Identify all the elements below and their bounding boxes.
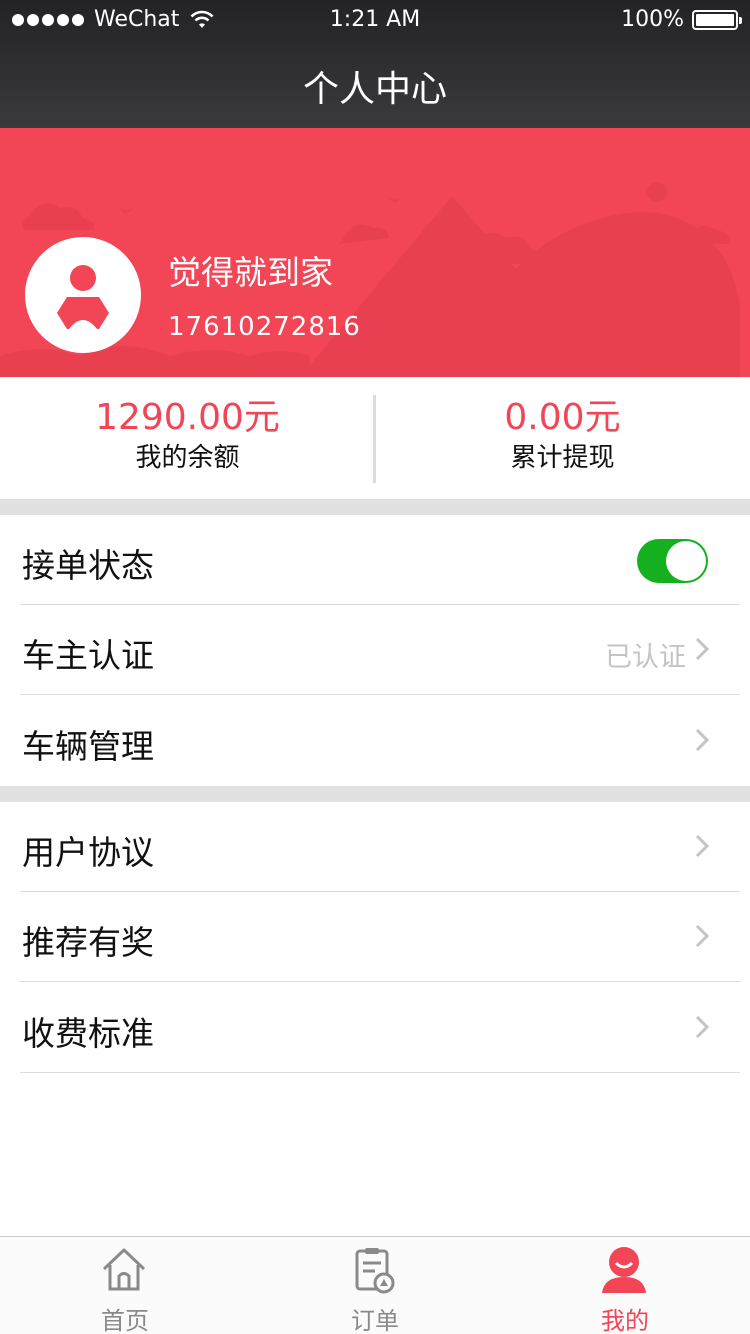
- chevron-right-icon: [695, 637, 710, 661]
- user-phone: 17610272816: [168, 312, 361, 342]
- section-divider: [0, 786, 750, 802]
- chevron-right-icon: [695, 728, 710, 752]
- order-status-label: 接单状态: [22, 546, 154, 585]
- user-avatar-icon: [57, 265, 109, 329]
- navigation-bar: WeChat 1:21 AM 100% 个人中心: [0, 0, 750, 128]
- orders-icon: [355, 1248, 395, 1294]
- tab-profile[interactable]: 我的: [500, 1237, 750, 1334]
- chevron-right-icon: [695, 834, 710, 858]
- section-divider: [0, 499, 750, 515]
- profile-icon: [602, 1247, 646, 1293]
- fees-row[interactable]: 收费标准: [0, 983, 750, 1073]
- user-name: 觉得就到家: [168, 253, 333, 292]
- tab-orders-label: 订单: [351, 1307, 399, 1334]
- user-agreement-row[interactable]: 用户协议: [0, 802, 750, 892]
- battery-percent: 100%: [621, 7, 684, 32]
- avatar[interactable]: [25, 237, 141, 353]
- referral-label: 推荐有奖: [22, 923, 154, 962]
- referral-row[interactable]: 推荐有奖: [0, 892, 750, 982]
- page-title: 个人中心: [302, 69, 447, 110]
- balance-stat[interactable]: 1290.00元 我的余额: [0, 395, 375, 475]
- battery-icon: [692, 9, 742, 30]
- owner-cert-status: 已认证: [605, 642, 686, 673]
- tab-profile-label: 我的: [601, 1307, 649, 1334]
- vehicle-mgmt-label: 车辆管理: [22, 727, 154, 766]
- user-agreement-label: 用户协议: [22, 833, 154, 872]
- tab-orders[interactable]: 订单: [250, 1237, 500, 1334]
- chevron-right-icon: [695, 924, 710, 948]
- vehicle-mgmt-row[interactable]: 车辆管理: [0, 696, 750, 786]
- owner-cert-row[interactable]: 车主认证 已认证: [0, 605, 750, 695]
- order-status-row: 接单状态: [0, 515, 750, 605]
- account-stats: 1290.00元 我的余额 0.00元 累计提现: [0, 377, 750, 499]
- profile-header: 觉得就到家 17610272816: [0, 128, 750, 377]
- status-bar: WeChat 1:21 AM 100%: [0, 0, 750, 40]
- owner-cert-label: 车主认证: [22, 636, 154, 675]
- tab-home-label: 首页: [101, 1307, 149, 1334]
- withdrawn-label: 累计提现: [510, 443, 615, 473]
- home-icon: [102, 1248, 146, 1291]
- chevron-right-icon: [695, 1015, 710, 1039]
- withdrawn-stat[interactable]: 0.00元 累计提现: [375, 395, 750, 475]
- tab-bar: 首页 订单 我的: [0, 1236, 750, 1334]
- tab-home[interactable]: 首页: [0, 1237, 250, 1334]
- fees-label: 收费标准: [22, 1014, 154, 1053]
- balance-label: 我的余额: [135, 443, 240, 473]
- withdrawn-value: 0.00元: [504, 397, 621, 438]
- balance-value: 1290.00元: [95, 397, 280, 438]
- order-status-toggle[interactable]: [637, 539, 708, 583]
